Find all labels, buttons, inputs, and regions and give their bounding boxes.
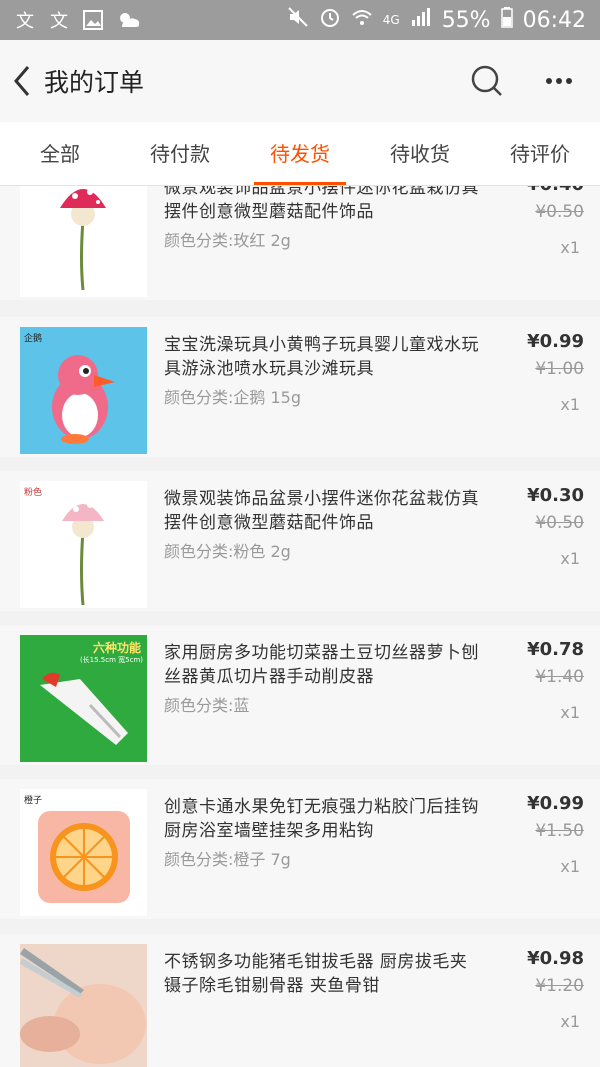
image-subtag: (长15.5cm 宽5cm) [79, 656, 143, 664]
tab-label: 待发货 [270, 142, 330, 166]
active-tab-indicator [254, 182, 346, 185]
tab-pending-review[interactable]: 待评价 [480, 122, 600, 185]
order-item[interactable]: 微景观装饰品盆景小摆件迷你花盆栽仿真摆件创意微型蘑菇配件饰品 颜色分类:玫红 2… [0, 186, 600, 300]
product-sku: 颜色分类:玫红 2g [164, 231, 291, 250]
original-price: ¥1.20 [535, 976, 584, 996]
tab-pending-shipment[interactable]: 待发货 [240, 122, 360, 185]
product-quantity: x1 [560, 395, 580, 414]
more-icon [546, 78, 572, 84]
tab-all[interactable]: 全部 [0, 122, 120, 185]
product-quantity: x1 [560, 549, 580, 568]
signal-icon [410, 6, 432, 34]
product-quantity: x1 [560, 703, 580, 722]
product-image: 粉色 [20, 481, 147, 608]
navigation-bar: 我的订单 [0, 40, 600, 122]
image-tag: 六种功能 [92, 641, 141, 655]
product-price: ¥0.99 [527, 793, 584, 814]
original-price: ¥1.00 [535, 359, 584, 379]
network-type: 4G [382, 13, 400, 27]
image-tag: 橙子 [24, 796, 43, 806]
page-title: 我的订单 [44, 68, 145, 97]
order-item[interactable]: 橙子 创意卡通水果免钉无痕强力粘胶门后挂钩厨房浴室墙壁挂架多用粘钩 颜色分类:橙… [0, 779, 600, 919]
notification-icons: 文 文 [14, 9, 140, 32]
wifi-icon [351, 6, 373, 34]
status-bar: 文 文 4G 55% 06:42 [0, 0, 600, 40]
original-price: ¥1.40 [535, 667, 584, 687]
battery-icon [500, 6, 513, 34]
order-item[interactable]: 六种功能 (长15.5cm 宽5cm) 家用厨房多功能切菜器土豆切丝器萝卜刨丝器… [0, 625, 600, 765]
mute-icon [287, 6, 309, 34]
tab-label: 待评价 [510, 142, 570, 166]
battery-percent: 55% [441, 7, 491, 33]
order-item[interactable]: 不锈钢多功能猪毛钳拔毛器 厨房拔毛夹镊子除毛钳剔骨器 夹鱼骨钳 ¥0.98 ¥1… [0, 934, 600, 1067]
tab-label: 待付款 [150, 142, 210, 166]
product-quantity: x1 [560, 857, 580, 876]
notification-app-icon: 文 [14, 9, 38, 32]
product-title: 不锈钢多功能猪毛钳拔毛器 厨房拔毛夹镊子除毛钳剔骨器 夹鱼骨钳 [164, 952, 468, 996]
svg-text:文: 文 [16, 11, 34, 31]
tab-pending-receipt[interactable]: 待收货 [360, 122, 480, 185]
order-tabs: 全部 待付款 待发货 待收货 待评价 [0, 122, 600, 186]
product-image [20, 186, 147, 297]
tab-label: 待收货 [390, 142, 450, 166]
more-button[interactable] [542, 68, 576, 94]
product-image: 橙子 [20, 789, 147, 916]
product-sku: 颜色分类:企鹅 15g [164, 388, 301, 407]
product-title: 微景观装饰品盆景小摆件迷你花盆栽仿真摆件创意微型蘑菇配件饰品 [164, 489, 479, 533]
product-sku: 颜色分类:蓝 [164, 696, 250, 715]
product-sku: 颜色分类:橙子 7g [164, 850, 291, 869]
image-tag: 企鹅 [24, 334, 43, 344]
product-quantity: x1 [560, 1012, 580, 1031]
original-price: ¥0.50 [535, 202, 584, 222]
product-quantity: x1 [560, 238, 580, 257]
alarm-icon [319, 6, 341, 34]
search-button[interactable] [470, 64, 504, 98]
back-button[interactable] [2, 40, 42, 122]
original-price: ¥1.50 [535, 821, 584, 841]
product-title: 创意卡通水果免钉无痕强力粘胶门后挂钩厨房浴室墙壁挂架多用粘钩 [164, 797, 479, 841]
original-price: ¥0.50 [535, 513, 584, 533]
product-price: ¥0.30 [527, 485, 584, 506]
tab-label: 全部 [40, 142, 80, 166]
product-sku: 颜色分类:粉色 2g [164, 542, 291, 561]
product-price: ¥0.78 [527, 639, 584, 660]
order-item[interactable]: 粉色 微景观装饰品盆景小摆件迷你花盆栽仿真摆件创意微型蘑菇配件饰品 颜色分类:粉… [0, 471, 600, 611]
svg-text:文: 文 [50, 11, 68, 31]
order-item-list: 微景观装饰品盆景小摆件迷你花盆栽仿真摆件创意微型蘑菇配件饰品 颜色分类:玫红 2… [0, 186, 600, 1067]
product-image: 企鹅 [20, 327, 147, 454]
product-price: ¥0.40 [527, 186, 584, 195]
product-price: ¥0.98 [527, 948, 584, 969]
chevron-left-icon [14, 66, 30, 96]
image-tag: 粉色 [24, 488, 43, 498]
gallery-icon [82, 9, 106, 31]
product-image [20, 944, 147, 1067]
weather-icon [116, 9, 140, 31]
system-status: 4G 55% 06:42 [287, 6, 586, 34]
clock: 06:42 [522, 7, 586, 33]
product-title: 宝宝洗澡玩具小黄鸭子玩具婴儿童戏水玩具游泳池喷水玩具沙滩玩具 [164, 335, 479, 379]
product-title: 微景观装饰品盆景小摆件迷你花盆栽仿真摆件创意微型蘑菇配件饰品 [164, 186, 479, 222]
order-item[interactable]: 企鹅 宝宝洗澡玩具小黄鸭子玩具婴儿童戏水玩具游泳池喷水玩具沙滩玩具 颜色分类:企… [0, 317, 600, 457]
product-image: 六种功能 (长15.5cm 宽5cm) [20, 635, 147, 762]
notification-app-icon-2: 文 [48, 9, 72, 32]
search-icon [471, 65, 502, 96]
product-price: ¥0.99 [527, 331, 584, 352]
tab-pending-payment[interactable]: 待付款 [120, 122, 240, 185]
product-title: 家用厨房多功能切菜器土豆切丝器萝卜刨丝器黄瓜切片器手动削皮器 [164, 643, 479, 687]
